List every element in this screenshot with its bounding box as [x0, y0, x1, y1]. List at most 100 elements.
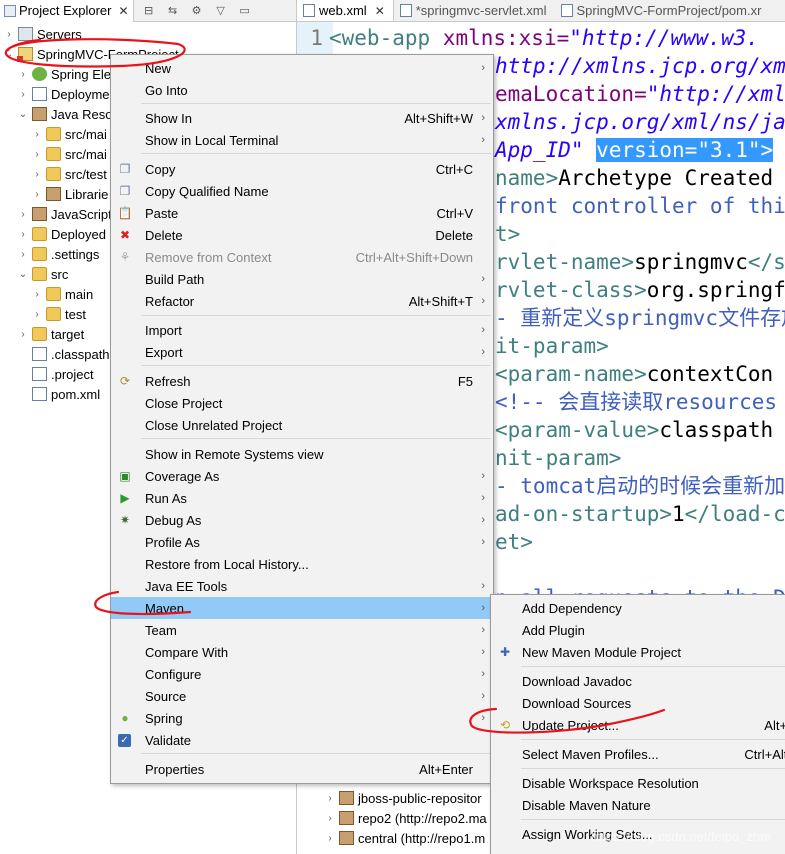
link-with-editor-icon[interactable]: ⇆	[164, 2, 182, 20]
menu-item-paste[interactable]: 📋 Paste Ctrl+V	[111, 202, 493, 224]
minimize-icon[interactable]: ▭	[236, 2, 254, 20]
menu-item-show-in-remote-systems[interactable]: Show in Remote Systems view	[111, 443, 493, 465]
menu-item-validate[interactable]: ✓ Validate	[111, 729, 493, 751]
expand-arrow-icon[interactable]: ›	[30, 169, 44, 180]
menu-item-restore-local-history[interactable]: Restore from Local History...	[111, 553, 493, 575]
expand-arrow-icon[interactable]: ›	[16, 69, 30, 80]
tree-item-libraries[interactable]: › Librarie	[30, 184, 108, 204]
folder-icon	[46, 307, 61, 321]
close-icon[interactable]: ✕	[375, 4, 385, 18]
menu-item-build-path[interactable]: Build Path ›	[111, 268, 493, 290]
code-line: front controller of thi	[495, 192, 785, 220]
menu-item-close-unrelated-project[interactable]: Close Unrelated Project	[111, 414, 493, 436]
menu-item-disable-workspace-resolution[interactable]: Disable Workspace Resolution	[491, 772, 785, 794]
tree-item-src-main-java[interactable]: › src/mai	[30, 124, 107, 144]
collapse-arrow-icon[interactable]: ⌄	[16, 269, 30, 280]
menu-item-delete[interactable]: ✖ Delete Delete	[111, 224, 493, 246]
expand-arrow-icon[interactable]: ›	[30, 149, 44, 160]
menu-item-show-in-terminal[interactable]: Show in Local Terminal ›	[111, 129, 493, 151]
menu-item-import[interactable]: Import ›	[111, 319, 493, 341]
menu-separator	[141, 365, 491, 366]
expand-arrow-icon[interactable]: ›	[30, 189, 44, 200]
tab-springmvc-servlet-xml[interactable]: *springmvc-servlet.xml	[394, 0, 555, 21]
tree-item-servers[interactable]: › Servers	[2, 24, 81, 44]
collapse-arrow-icon[interactable]: ⌄	[16, 109, 30, 120]
menu-item-select-maven-profiles[interactable]: Select Maven Profiles... Ctrl+Alt+	[491, 743, 785, 765]
menu-item-label: Import	[145, 322, 182, 338]
expand-arrow-icon[interactable]: ›	[16, 329, 30, 340]
tree-item-target[interactable]: › target	[16, 324, 84, 344]
menu-shortcut: Ctrl+V	[436, 205, 473, 221]
menu-item-configure[interactable]: Configure ›	[111, 663, 493, 685]
filters-icon[interactable]: ⚙	[188, 2, 206, 20]
tree-item-src-main-resources[interactable]: › src/mai	[30, 144, 107, 164]
expand-arrow-icon[interactable]: ›	[30, 129, 44, 140]
menu-item-debug-as[interactable]: ✷ Debug As ›	[111, 509, 493, 531]
menu-item-refactor[interactable]: Refactor Alt+Shift+T ›	[111, 290, 493, 312]
tree-item-src-test[interactable]: › src/test	[30, 164, 107, 184]
tab-project-explorer[interactable]: Project Explorer ✕	[0, 0, 134, 22]
menu-item-export[interactable]: Export ›	[111, 341, 493, 363]
menu-item-show-in[interactable]: Show In Alt+Shift+W ›	[111, 107, 493, 129]
menu-item-download-sources[interactable]: Download Sources	[491, 692, 785, 714]
menu-item-new-maven-module[interactable]: ✚ New Maven Module Project	[491, 641, 785, 663]
tree-item-javascript-resources[interactable]: › JavaScript	[16, 204, 111, 224]
collapse-arrow-icon[interactable]: ⌄	[2, 49, 16, 60]
tree-item-classpath[interactable]: .classpath	[30, 344, 110, 364]
tree-item-settings[interactable]: › .settings	[16, 244, 99, 264]
collapse-all-icon[interactable]: ⊟	[140, 2, 158, 20]
tree-item-deployed-resources[interactable]: › Deployed	[16, 224, 106, 244]
tree-item-main[interactable]: › main	[30, 284, 93, 304]
repository-row[interactable]: › repo2 (http://repo2.ma	[323, 808, 486, 828]
tab-web-xml[interactable]: web.xml ✕	[297, 0, 394, 21]
menu-item-compare-with[interactable]: Compare With ›	[111, 641, 493, 663]
menu-item-download-javadoc[interactable]: Download Javadoc	[491, 670, 785, 692]
expand-arrow-icon[interactable]: ›	[323, 833, 337, 844]
menu-item-add-dependency[interactable]: Add Dependency	[491, 597, 785, 619]
menu-item-java-ee-tools[interactable]: Java EE Tools ›	[111, 575, 493, 597]
close-icon[interactable]: ✕	[118, 4, 128, 18]
expand-arrow-icon[interactable]: ›	[16, 209, 30, 220]
expand-arrow-icon[interactable]: ›	[16, 249, 30, 260]
menu-item-close-project[interactable]: Close Project	[111, 392, 493, 414]
tree-item-project-file[interactable]: .project	[30, 364, 94, 384]
menu-item-add-plugin[interactable]: Add Plugin	[491, 619, 785, 641]
menu-item-maven[interactable]: Maven ›	[111, 597, 493, 619]
tree-item-src[interactable]: ⌄ src	[16, 264, 69, 284]
menu-item-disable-maven-nature[interactable]: Disable Maven Nature	[491, 794, 785, 816]
menu-item-spring[interactable]: ● Spring ›	[111, 707, 493, 729]
repository-row[interactable]: › central (http://repo1.m	[323, 828, 485, 848]
expand-arrow-icon[interactable]: ›	[2, 29, 16, 40]
menu-item-coverage-as[interactable]: ▣ Coverage As ›	[111, 465, 493, 487]
tree-item-spring-elements[interactable]: › Spring Ele	[16, 64, 111, 84]
expand-arrow-icon[interactable]: ›	[323, 813, 337, 824]
expand-arrow-icon[interactable]: ›	[323, 793, 337, 804]
tree-item-deployment-descriptor[interactable]: › Deployme	[16, 84, 109, 104]
menu-item-profile-as[interactable]: Profile As ›	[111, 531, 493, 553]
menu-item-source[interactable]: Source ›	[111, 685, 493, 707]
menu-item-new[interactable]: New ›	[111, 57, 493, 79]
tree-item-test[interactable]: › test	[30, 304, 86, 324]
menu-item-copy[interactable]: ❐ Copy Ctrl+C	[111, 158, 493, 180]
view-menu-icon[interactable]: ▽	[212, 2, 230, 20]
tree-item-java-resources[interactable]: ⌄ Java Reso	[16, 104, 113, 124]
menu-separator	[141, 153, 491, 154]
menu-item-properties[interactable]: Properties Alt+Enter	[111, 758, 493, 780]
tree-item-pom[interactable]: pom.xml	[30, 384, 100, 404]
menu-item-team[interactable]: Team ›	[111, 619, 493, 641]
repository-row[interactable]: › jboss-public-repositor	[323, 788, 481, 808]
menu-item-refresh[interactable]: ⟳ Refresh F5	[111, 370, 493, 392]
tree-item-label: Java Reso	[51, 106, 113, 122]
expand-arrow-icon[interactable]: ›	[30, 309, 44, 320]
menu-item-label: Run As	[145, 490, 187, 506]
expand-arrow-icon[interactable]: ›	[30, 289, 44, 300]
menu-item-copy-qualified-name[interactable]: ❐ Copy Qualified Name	[111, 180, 493, 202]
tab-pom-xml[interactable]: SpringMVC-FormProject/pom.xr	[555, 0, 770, 21]
code-line: <!-- 会直接读取resources	[495, 388, 777, 416]
expand-arrow-icon[interactable]: ›	[16, 229, 30, 240]
submenu-arrow-icon: ›	[481, 134, 485, 146]
menu-item-update-project[interactable]: ⟲ Update Project... Alt+F	[491, 714, 785, 736]
menu-item-go-into[interactable]: Go Into	[111, 79, 493, 101]
menu-item-run-as[interactable]: ▶ Run As ›	[111, 487, 493, 509]
expand-arrow-icon[interactable]: ›	[16, 89, 30, 100]
